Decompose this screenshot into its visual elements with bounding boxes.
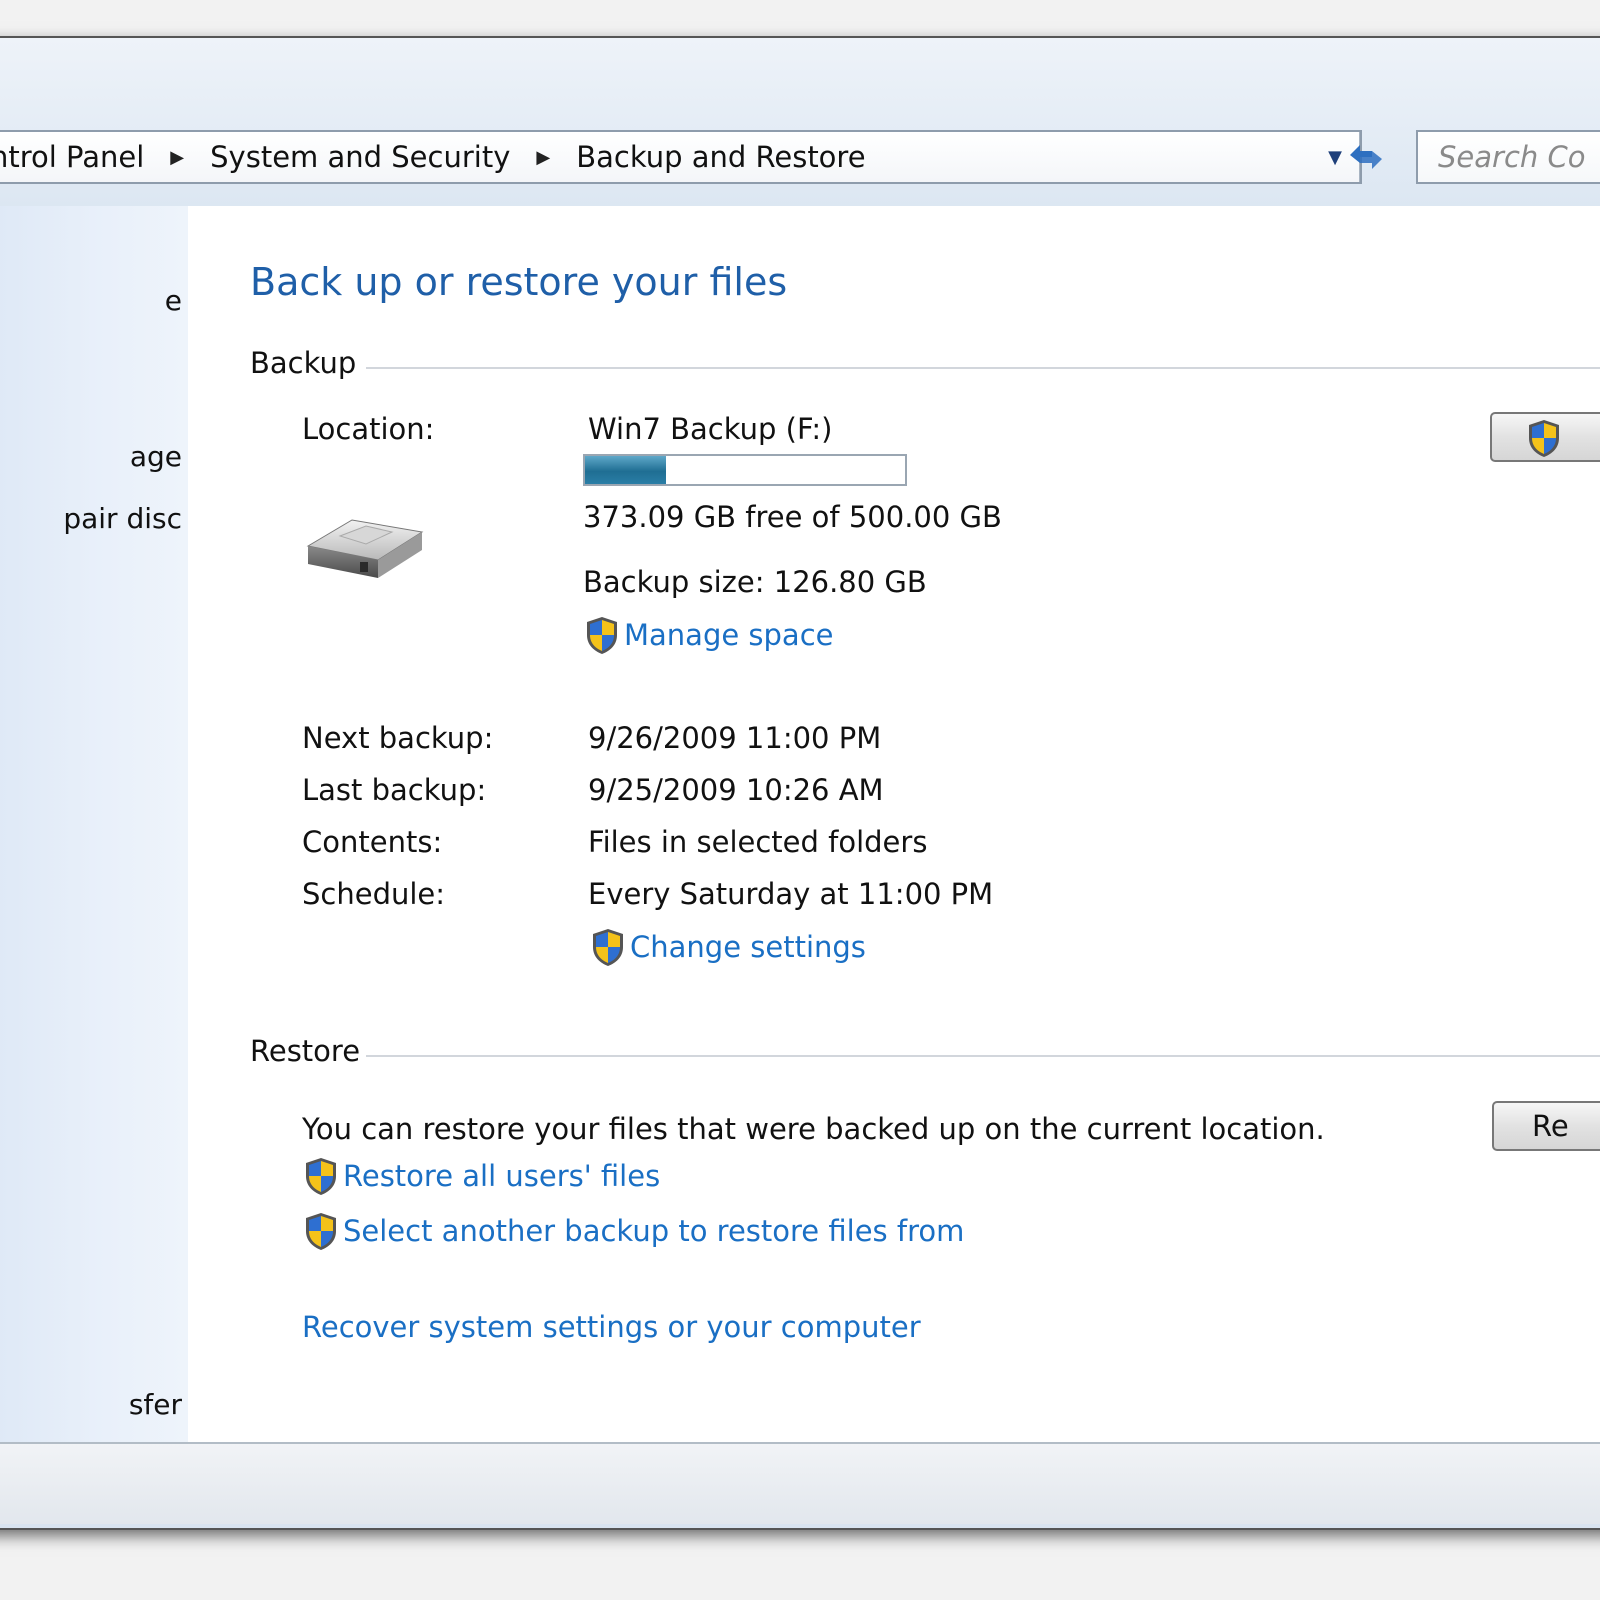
sidebar-item-home[interactable]: e	[0, 284, 182, 317]
title-bar[interactable]	[0, 38, 1600, 130]
refresh-icon[interactable]	[1334, 130, 1398, 184]
location-value: Win7 Backup (F:)	[588, 412, 833, 446]
uac-shield-icon	[1526, 418, 1562, 462]
restore-all-users-label[interactable]: Restore all users' files	[343, 1159, 660, 1193]
uac-shield-icon	[306, 1213, 336, 1250]
restore-description: You can restore your files that were bac…	[302, 1112, 1325, 1146]
breadcrumb-arrow-icon[interactable]: ▶	[150, 147, 204, 168]
restore-my-files-button[interactable]: Re	[1492, 1101, 1600, 1151]
disk-usage-bar	[583, 454, 907, 486]
sidebar: e age pair disc sfer	[0, 206, 188, 1442]
manage-space-label[interactable]: Manage space	[624, 618, 834, 652]
breadcrumb-arrow-icon[interactable]: ▶	[516, 147, 570, 168]
last-backup-value: 9/25/2009 10:26 AM	[588, 773, 884, 807]
disk-usage-fill	[585, 456, 667, 484]
search-input[interactable]: Search Co	[1416, 130, 1600, 184]
restore-my-files-label: Re	[1532, 1109, 1569, 1143]
page-title: Back up or restore your files	[250, 260, 788, 304]
recover-system-link[interactable]: Recover system settings or your computer	[302, 1310, 921, 1344]
uac-shield-icon	[593, 929, 623, 966]
sidebar-item-create-image[interactable]: age	[0, 440, 182, 473]
change-settings-label[interactable]: Change settings	[630, 930, 866, 964]
uac-shield-icon	[306, 1158, 336, 1195]
status-bar	[0, 1442, 1600, 1524]
contents-value: Files in selected folders	[588, 825, 928, 859]
main-content	[188, 206, 1600, 1442]
backup-divider	[366, 367, 1600, 369]
sidebar-item-repair-disc[interactable]: pair disc	[0, 502, 182, 535]
select-another-backup-link[interactable]: Select another backup to restore files f…	[303, 1211, 964, 1251]
restore-heading: Restore	[250, 1034, 361, 1068]
breadcrumb-backup-restore[interactable]: Backup and Restore	[570, 140, 871, 174]
breadcrumb: ntrol Panel ▶ System and Security ▶ Back…	[0, 140, 1311, 174]
schedule-label: Schedule:	[302, 877, 446, 911]
hard-drive-icon	[300, 512, 428, 588]
address-bar[interactable]: ntrol Panel ▶ System and Security ▶ Back…	[0, 130, 1362, 184]
next-backup-value: 9/26/2009 11:00 PM	[588, 721, 882, 755]
contents-label: Contents:	[302, 825, 443, 859]
restore-all-users-link[interactable]: Restore all users' files	[303, 1156, 660, 1196]
last-backup-label: Last backup:	[302, 773, 487, 807]
schedule-value: Every Saturday at 11:00 PM	[588, 877, 994, 911]
backup-size-text: Backup size: 126.80 GB	[583, 565, 927, 599]
change-settings-link[interactable]: Change settings	[590, 927, 866, 967]
breadcrumb-control-panel[interactable]: ntrol Panel	[0, 140, 150, 174]
select-another-backup-label[interactable]: Select another backup to restore files f…	[343, 1214, 964, 1248]
breadcrumb-system-security[interactable]: System and Security	[204, 140, 516, 174]
manage-space-link[interactable]: Manage space	[584, 615, 834, 655]
free-space-text: 373.09 GB free of 500.00 GB	[583, 500, 1002, 534]
uac-shield-icon	[587, 617, 617, 654]
next-backup-label: Next backup:	[302, 721, 494, 755]
sidebar-item-transfer[interactable]: sfer	[0, 1388, 182, 1421]
backup-heading: Backup	[250, 346, 357, 380]
restore-divider	[366, 1055, 1600, 1057]
location-label: Location:	[302, 412, 435, 446]
